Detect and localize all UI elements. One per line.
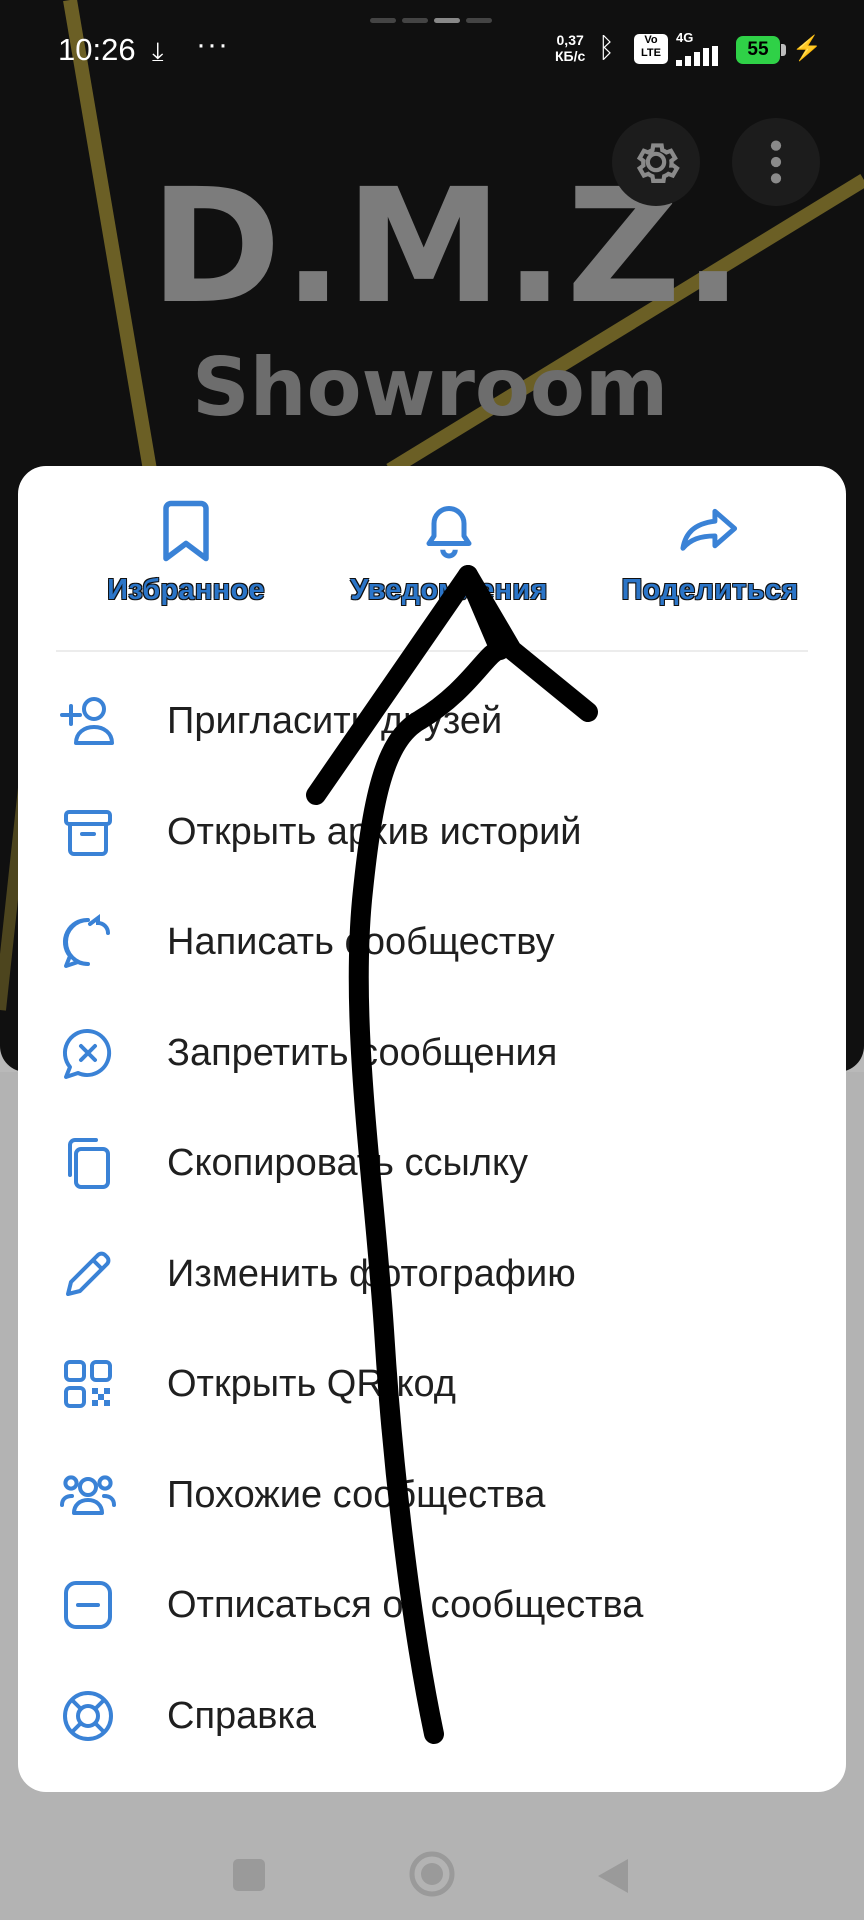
chat-block-icon	[62, 1028, 112, 1079]
share-label: Поделиться	[621, 574, 799, 606]
menu-item-label: Запретить сообщения	[167, 1031, 558, 1074]
menu-item-label: Открыть QR-код	[167, 1363, 456, 1405]
recents-icon[interactable]	[230, 1856, 268, 1894]
menu-item-label: Справка	[167, 1694, 317, 1737]
unsubscribe-icon	[64, 1581, 112, 1629]
status-bar: 10:26 ⤓ ··· 0,37 КБ/с ᛒ Vo LTE 4G 55 ⚡	[0, 0, 864, 100]
cover-logo-subtitle: Showroom	[192, 341, 669, 434]
menu-item-label: Пригласить друзей	[167, 700, 503, 742]
menu-item-story-archive[interactable]: Открыть архив историй	[18, 777, 846, 888]
settings-button[interactable]	[612, 118, 700, 206]
share-button[interactable]: Поделиться	[580, 496, 840, 607]
more-notifications-icon: ···	[196, 28, 229, 61]
gear-icon	[636, 143, 680, 183]
bluetooth-icon: ᛒ	[598, 32, 615, 63]
home-icon[interactable]	[408, 1850, 456, 1898]
qr-code-icon	[64, 1360, 112, 1408]
charging-icon: ⚡	[792, 35, 822, 62]
menu-item-label: Похожие сообщества	[167, 1473, 546, 1516]
more-vertical-icon	[770, 140, 782, 184]
community-menu-sheet: Избранное Уведомления Поделиться Приглас…	[18, 466, 846, 1792]
favorites-button[interactable]: Избранное	[56, 496, 316, 607]
menu-item-message-community[interactable]: Написать сообществу	[18, 887, 846, 998]
archive-icon	[64, 809, 112, 856]
menu-item-change-photo[interactable]: Изменить фотографию	[18, 1219, 846, 1330]
menu-list: Пригласить друзей Открыть архив историй …	[18, 666, 846, 1771]
page-indicator	[370, 18, 492, 23]
menu-item-similar-communities[interactable]: Похожие сообщества	[18, 1440, 846, 1551]
signal-icon	[676, 46, 718, 66]
menu-item-label: Открыть архив историй	[167, 810, 582, 853]
add-user-icon	[60, 697, 114, 745]
battery-level: 55	[736, 36, 780, 64]
share-icon	[680, 508, 738, 551]
volte-badge: Vo LTE	[634, 34, 668, 64]
bell-icon	[426, 506, 472, 559]
menu-item-label: Изменить фотографию	[167, 1252, 576, 1295]
download-icon: ⤓	[152, 36, 164, 66]
favorites-label: Избранное	[107, 574, 265, 606]
menu-item-help[interactable]: Справка	[18, 1661, 846, 1772]
group-icon	[60, 1474, 116, 1515]
help-lifebuoy-icon	[63, 1690, 113, 1741]
menu-item-copy-link[interactable]: Скопировать ссылку	[18, 1108, 846, 1219]
menu-top-actions: Избранное Уведомления Поделиться	[18, 466, 846, 650]
notifications-button[interactable]: Уведомления	[319, 496, 579, 607]
pencil-icon	[66, 1251, 111, 1296]
bookmark-icon	[163, 500, 209, 562]
menu-item-label: Отписаться от сообщества	[167, 1584, 644, 1626]
menu-item-unsubscribe[interactable]: Отписаться от сообщества	[18, 1550, 846, 1661]
battery-tip	[781, 44, 786, 56]
notifications-label: Уведомления	[350, 574, 548, 606]
network-type: 4G	[676, 30, 694, 45]
menu-divider	[56, 650, 808, 652]
status-time: 10:26	[58, 32, 136, 67]
back-icon[interactable]	[594, 1856, 632, 1896]
more-options-button[interactable]	[732, 118, 820, 206]
system-nav-bar	[0, 1820, 864, 1920]
menu-item-label: Скопировать ссылку	[167, 1142, 529, 1184]
menu-item-block-messages[interactable]: Запретить сообщения	[18, 998, 846, 1109]
menu-item-qr-code[interactable]: Открыть QR-код	[18, 1329, 846, 1440]
copy-icon	[68, 1138, 110, 1189]
chat-reply-icon	[62, 914, 110, 968]
menu-item-invite-friends[interactable]: Пригласить друзей	[18, 666, 846, 777]
menu-item-label: Написать сообществу	[167, 921, 555, 963]
network-speed: 0,37 КБ/с	[555, 32, 586, 64]
